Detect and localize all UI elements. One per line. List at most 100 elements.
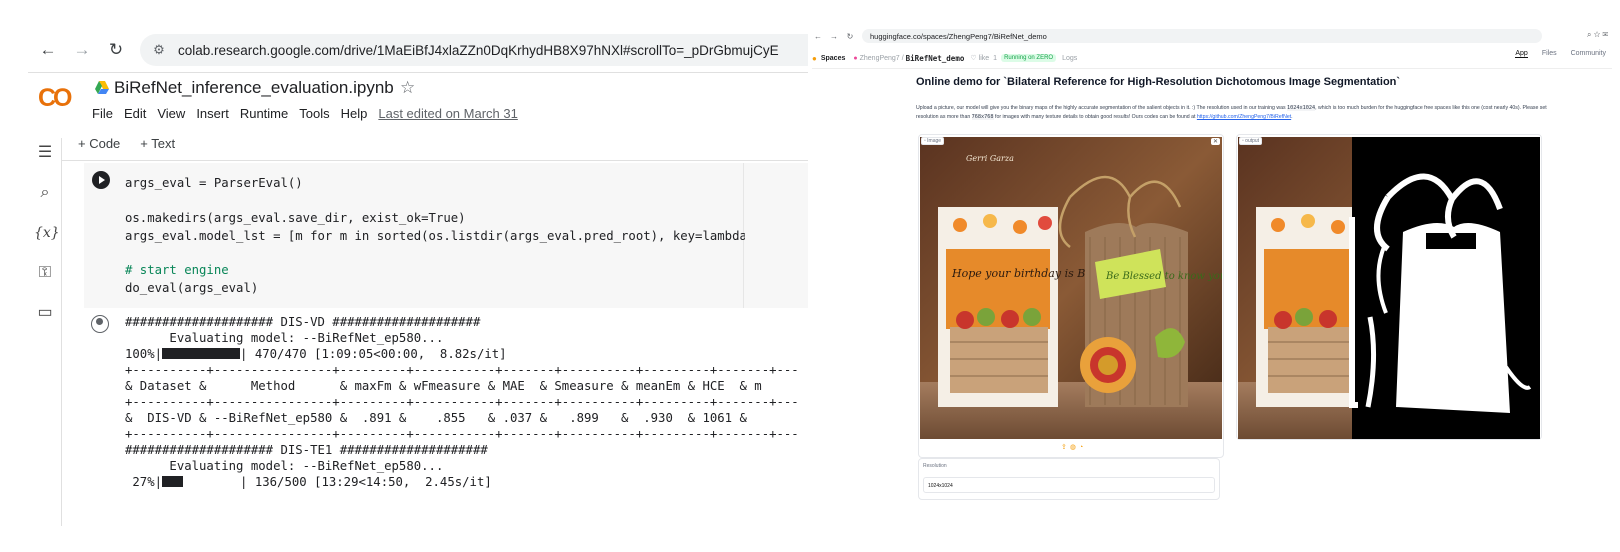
colab-logo[interactable]: CO bbox=[38, 84, 82, 112]
divider bbox=[62, 160, 808, 161]
menu-view[interactable]: View bbox=[157, 106, 185, 121]
space-name[interactable]: BiRefNet_demo bbox=[906, 54, 965, 63]
output-line: Evaluating model: --BiRefNet_ep580... bbox=[125, 459, 444, 473]
progress-bar bbox=[162, 476, 184, 487]
image-input-panel[interactable]: ▫ Image ✕ Hope your birthday is Bushels … bbox=[918, 134, 1224, 458]
table-row: & DIS-VD & --BiRefNet_ep580 & .891 & .85… bbox=[125, 411, 747, 425]
description-text: for images with many texture details to … bbox=[995, 114, 1196, 120]
progress-line-1: 100%| | 470/470 [1:09:05<00:00, 8.82s/it] bbox=[125, 347, 507, 361]
folder-icon[interactable]: ▭ bbox=[34, 302, 56, 324]
image-label-text: Image bbox=[927, 138, 942, 144]
github-link[interactable]: https://github.com/ZhengPeng7/BiRefNet bbox=[1197, 114, 1291, 120]
browser-toolbar: ← → ↻ ⚙ colab.research.google.com/drive/… bbox=[28, 28, 808, 72]
spaces-link[interactable]: Spaces bbox=[821, 55, 846, 62]
output-icon[interactable] bbox=[91, 315, 109, 333]
watermark: Gerri Garza bbox=[966, 154, 1014, 163]
input-image: Hope your birthday is Bushels of fun! Be… bbox=[920, 137, 1222, 439]
logs-link[interactable]: Logs bbox=[1062, 55, 1077, 62]
tab-app[interactable]: App bbox=[1515, 50, 1528, 58]
page-title: Online demo for `Bilateral Reference for… bbox=[916, 76, 1401, 88]
output-label-text: output bbox=[1245, 138, 1260, 144]
tab-community[interactable]: Community bbox=[1571, 50, 1606, 58]
drive-icon bbox=[95, 81, 109, 94]
variables-icon[interactable]: {x} bbox=[34, 222, 60, 244]
screenshot-root: ← → ↻ ⚙ colab.research.google.com/drive/… bbox=[0, 0, 1620, 552]
bag-text-2: Be Blessed to know you bbox=[1105, 271, 1222, 282]
like-label[interactable]: like bbox=[979, 55, 990, 62]
output-label: ▫ output bbox=[1239, 137, 1263, 145]
like-count: 1 bbox=[993, 54, 998, 62]
menu-tools[interactable]: Tools bbox=[299, 106, 329, 121]
description: Upload a picture, our model will give yo… bbox=[916, 105, 1547, 120]
reload-icon[interactable]: ↻ bbox=[844, 32, 856, 41]
code-line: args_eval = ParserEval() bbox=[125, 176, 303, 190]
reload-icon[interactable]: ↻ bbox=[104, 40, 128, 60]
search-icon[interactable]: ⌕ bbox=[34, 182, 56, 204]
progress-text: | bbox=[240, 475, 255, 489]
address-bar[interactable]: huggingface.co/spaces/ZhengPeng7/BiRefNe… bbox=[862, 29, 1542, 43]
forward-icon[interactable]: → bbox=[828, 32, 840, 41]
site-settings-icon[interactable]: ⚙ bbox=[148, 42, 170, 58]
menu-runtime[interactable]: Runtime bbox=[240, 106, 288, 121]
close-icon[interactable]: ✕ bbox=[1210, 138, 1220, 145]
run-cell-button[interactable] bbox=[92, 171, 110, 189]
progress-percent: 100%| bbox=[125, 347, 163, 361]
resolution-label: Resolution bbox=[923, 463, 947, 469]
left-sidebar: ☰ ⌕ {x} ⚿ ▭ bbox=[28, 138, 62, 526]
divider bbox=[812, 68, 1612, 69]
output-image bbox=[1238, 137, 1540, 439]
progress-track bbox=[162, 476, 240, 487]
code-line: os.makedirs(args_eval.save_dir, exist_ok… bbox=[125, 211, 466, 225]
colab-logo-text: CO bbox=[38, 84, 72, 112]
progress-text: 136/500 [13:29<14:50, 2.45s/it] bbox=[254, 475, 492, 489]
code-cell[interactable]: args_eval = ParserEval() os.makedirs(arg… bbox=[84, 163, 808, 308]
image-label: ▫ Image bbox=[921, 137, 945, 145]
resolution-input[interactable]: 1024x1024 bbox=[923, 477, 1215, 493]
output-line: +----------+----------------+---------+-… bbox=[125, 363, 799, 377]
menu-edit[interactable]: Edit bbox=[124, 106, 146, 121]
code-line: args_eval.model_lst = [m for m in sorted… bbox=[125, 229, 745, 243]
output-line: #################### DIS-VD ############… bbox=[125, 315, 481, 329]
code-editor[interactable]: args_eval = ParserEval() os.makedirs(arg… bbox=[84, 163, 745, 308]
status-badge: Running on ZERO bbox=[1001, 54, 1057, 62]
add-text-button[interactable]: + Text bbox=[140, 136, 175, 151]
like-icon[interactable]: ♡ bbox=[970, 54, 976, 62]
owner-avatar: ● bbox=[853, 54, 858, 62]
code-comment: # start engine bbox=[125, 263, 229, 277]
menu-insert[interactable]: Insert bbox=[196, 106, 229, 121]
output-line: #################### DIS-TE1 ###########… bbox=[125, 443, 488, 457]
address-bar[interactable]: ⚙ colab.research.google.com/drive/1MaEiB… bbox=[140, 34, 808, 66]
output-line: +----------+----------------+---------+-… bbox=[125, 395, 799, 409]
code-line-2: os.makedirs(args_eval.save_dir, exist_ok… bbox=[125, 211, 466, 225]
browser-icons[interactable]: ⌕ ☆ ✉ bbox=[1587, 30, 1608, 40]
photo-craft-bags: Hope your birthday is Bushels of fun! Be… bbox=[920, 137, 1222, 439]
last-edited-link[interactable]: Last edited on March 31 bbox=[378, 106, 517, 121]
output-line: +----------+----------------+---------+-… bbox=[125, 427, 799, 441]
code-line-5: do_eval(args_eval) bbox=[125, 281, 259, 295]
hf-window: ← → ↻ huggingface.co/spaces/ZhengPeng7/B… bbox=[812, 28, 1612, 512]
progress-percent: 27%| bbox=[125, 475, 163, 489]
notebook-title[interactable]: BiRefNet_inference_evaluation.ipynb bbox=[114, 78, 394, 98]
notebook-toolbar: + Code + Text bbox=[78, 136, 195, 151]
back-icon[interactable]: ← bbox=[36, 40, 60, 60]
key-icon[interactable]: ⚿ bbox=[34, 262, 56, 284]
toc-icon[interactable]: ☰ bbox=[34, 142, 56, 164]
description-code: 1024x1024 bbox=[1287, 105, 1316, 111]
progress-line-2: 27%| | 136/500 [13:29<14:50, 2.45s/it] bbox=[125, 475, 492, 489]
add-code-button[interactable]: + Code bbox=[78, 136, 120, 151]
menu-help[interactable]: Help bbox=[341, 106, 368, 121]
image-output-panel[interactable]: ▫ output bbox=[1236, 134, 1542, 440]
code-line: do_eval(args_eval) bbox=[125, 281, 258, 295]
tab-files[interactable]: Files bbox=[1542, 50, 1557, 58]
menu-bar: File Edit View Insert Runtime Tools Help… bbox=[92, 106, 529, 121]
owner-name[interactable]: ZhengPeng7 bbox=[860, 55, 900, 62]
progress-bar bbox=[162, 348, 241, 359]
description-text: Upload a picture, our model will give yo… bbox=[916, 105, 1286, 111]
image-actions[interactable]: ⇪◍◔ bbox=[1061, 443, 1086, 451]
back-icon[interactable]: ← bbox=[812, 32, 824, 41]
forward-icon[interactable]: → bbox=[70, 40, 94, 60]
star-icon[interactable]: ☆ bbox=[400, 78, 415, 98]
divider bbox=[28, 72, 808, 73]
menu-file[interactable]: File bbox=[92, 106, 113, 121]
space-tabs: App Files Community bbox=[1501, 50, 1606, 58]
